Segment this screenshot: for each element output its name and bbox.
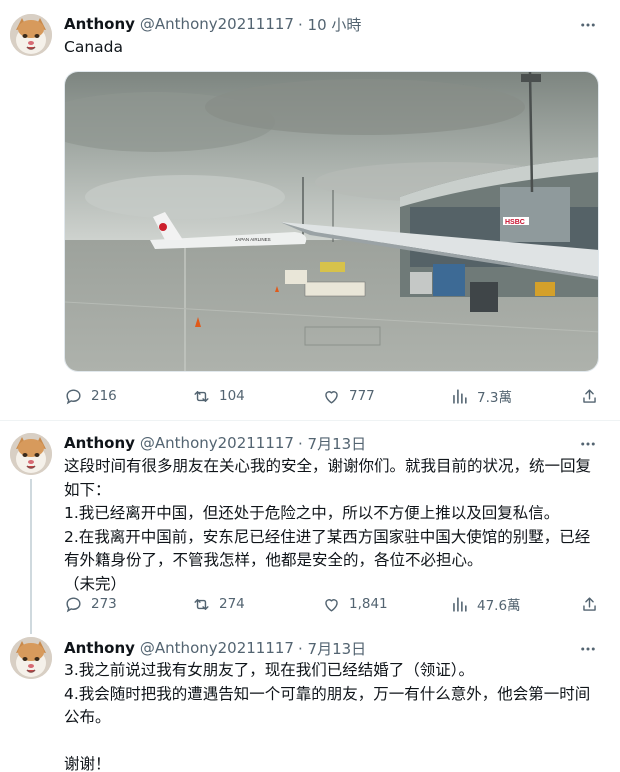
cat-avatar-icon <box>10 637 52 679</box>
display-name[interactable]: Anthony <box>64 434 135 452</box>
views-chart-icon <box>453 388 467 404</box>
like-count: 777 <box>349 388 375 404</box>
views-count: 47.6萬 <box>477 598 521 614</box>
retweet-icon <box>194 598 209 610</box>
tweet-actions: 273 274 1,841 47.6萬 <box>64 592 604 616</box>
user-handle[interactable]: @Anthony20211117 <box>140 434 294 452</box>
heart-icon <box>325 390 338 404</box>
reply-button[interactable]: 273 <box>64 592 117 616</box>
airline-text: JAPAN AIRLINES <box>235 237 271 242</box>
user-handle[interactable]: @Anthony20211117 <box>140 639 294 657</box>
share-icon <box>583 596 596 611</box>
avatar[interactable] <box>10 14 52 56</box>
like-count: 1,841 <box>349 596 388 612</box>
more-options-icon[interactable] <box>578 639 598 659</box>
retweet-count: 274 <box>219 596 245 612</box>
display-name[interactable]: Anthony <box>64 639 135 657</box>
hsbc-sign: HSBC <box>505 219 525 226</box>
airport-photo-image: HSBC JAPAN AIRLINES <box>65 72 598 371</box>
views-count: 7.3萬 <box>477 390 512 406</box>
views-chart-icon <box>453 596 467 612</box>
tweet-text: 这段时间有很多朋友在关心我的安全，谢谢你们。就我目前的状况，统一回复如下： 1.… <box>64 457 592 593</box>
heart-icon <box>325 598 338 612</box>
avatar[interactable] <box>10 637 52 679</box>
tweet-photo[interactable]: HSBC JAPAN AIRLINES <box>64 71 599 372</box>
share-button[interactable] <box>580 592 607 616</box>
reply-icon <box>66 388 81 404</box>
tweet-header: Anthony @Anthony20211117 · 7月13日 <box>64 637 366 659</box>
cat-avatar-icon <box>10 433 52 475</box>
display-name[interactable]: Anthony <box>64 15 135 33</box>
reply-count: 273 <box>91 596 117 612</box>
thread-connector <box>30 479 32 634</box>
tweet-text: 3.我之前说过我有女朋友了，现在我们已经结婚了（领证）。 4.我会随时把我的遭遇… <box>64 661 591 772</box>
tweet-header: Anthony @Anthony20211117 · 7月13日 <box>64 432 366 454</box>
tweet-text: Canada <box>64 38 123 56</box>
retweet-count: 104 <box>219 388 245 404</box>
tweet-1[interactable]: Anthony @Anthony20211117 · 10 小時 Canada <box>0 0 620 420</box>
cat-avatar-icon <box>10 14 52 56</box>
reply-button[interactable]: 216 <box>64 384 117 408</box>
views-button[interactable]: 7.3萬 <box>450 384 512 408</box>
reply-icon <box>66 596 81 612</box>
more-options-icon[interactable] <box>578 434 598 454</box>
tweet-header: Anthony @Anthony20211117 · 10 小時 <box>64 13 361 35</box>
avatar[interactable] <box>10 433 52 475</box>
share-button[interactable] <box>580 384 607 408</box>
timestamp[interactable]: · 7月13日 <box>298 638 366 659</box>
reply-count: 216 <box>91 388 117 404</box>
user-handle[interactable]: @Anthony20211117 <box>140 15 294 33</box>
tweet-actions: 216 104 777 7.3萬 <box>64 384 604 408</box>
share-icon <box>583 388 596 403</box>
retweet-icon <box>194 390 209 402</box>
more-options-icon[interactable] <box>578 15 598 35</box>
timestamp[interactable]: · 10 小時 <box>298 14 361 35</box>
timestamp[interactable]: · 7月13日 <box>298 433 366 454</box>
retweet-button[interactable]: 104 <box>192 384 245 408</box>
like-button[interactable]: 777 <box>322 384 375 408</box>
retweet-button[interactable]: 274 <box>192 592 245 616</box>
like-button[interactable]: 1,841 <box>322 592 388 616</box>
tweet-2[interactable]: Anthony @Anthony20211117 · 7月13日 这段时间有很多… <box>0 421 620 634</box>
views-button[interactable]: 47.6萬 <box>450 592 521 616</box>
tweet-3[interactable]: Anthony @Anthony20211117 · 7月13日 3.我之前说过… <box>0 634 620 772</box>
